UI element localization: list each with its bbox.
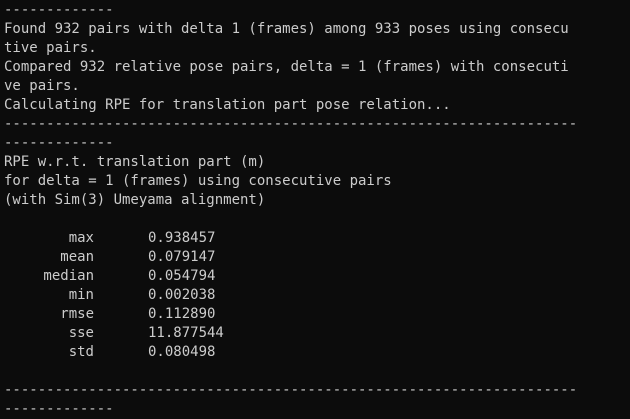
stat-label: std [68,344,94,360]
separator-line: ------------- [4,2,114,18]
stat-value: 0.938457 [148,230,216,246]
stat-value: 0.080498 [148,344,216,360]
stat-label: sse [68,325,94,341]
separator-line-wrap: ------------- [4,401,114,417]
separator-line: ----------------------------------------… [4,116,578,132]
separator-line: ----------------------------------------… [4,382,578,398]
stat-label: mean [60,249,94,265]
stat-value: 0.002038 [148,287,216,303]
stat-label: min [68,287,94,303]
rpe-alignment-info: (with Sim(3) Umeyama alignment) [4,192,266,208]
stat-value: 0.079147 [148,249,216,265]
stat-row-rmse: rmse 0.112890 [4,305,630,324]
stat-value: 0.112890 [148,306,216,322]
stat-value: 11.877544 [148,325,224,341]
stat-row-min: min 0.002038 [4,286,630,305]
output-line-calculating: Calculating RPE for translation part pos… [4,97,451,113]
stat-label: rmse [60,306,94,322]
stat-label: median [43,268,94,284]
stat-value: 0.054794 [148,268,216,284]
rpe-title: RPE w.r.t. translation part (m) [4,154,266,170]
output-line-found-pairs-wrap: tive pairs. [4,40,97,56]
rpe-delta-info: for delta = 1 (frames) using consecutive… [4,173,392,189]
output-line-found-pairs: Found 932 pairs with delta 1 (frames) am… [4,21,569,37]
output-line-compared-wrap: ve pairs. [4,78,80,94]
stat-row-max: max 0.938457 [4,229,630,248]
separator-line-wrap: ------------- [4,135,114,151]
output-line-compared: Compared 932 relative pose pairs, delta … [4,59,569,75]
stat-row-std: std 0.080498 [4,343,630,362]
terminal-window[interactable]: ------------- Found 932 pairs with delta… [0,0,630,419]
stat-row-sse: sse 11.877544 [4,324,630,343]
stat-row-mean: mean 0.079147 [4,248,630,267]
stat-label: max [68,230,94,246]
stat-row-median: median 0.054794 [4,267,630,286]
